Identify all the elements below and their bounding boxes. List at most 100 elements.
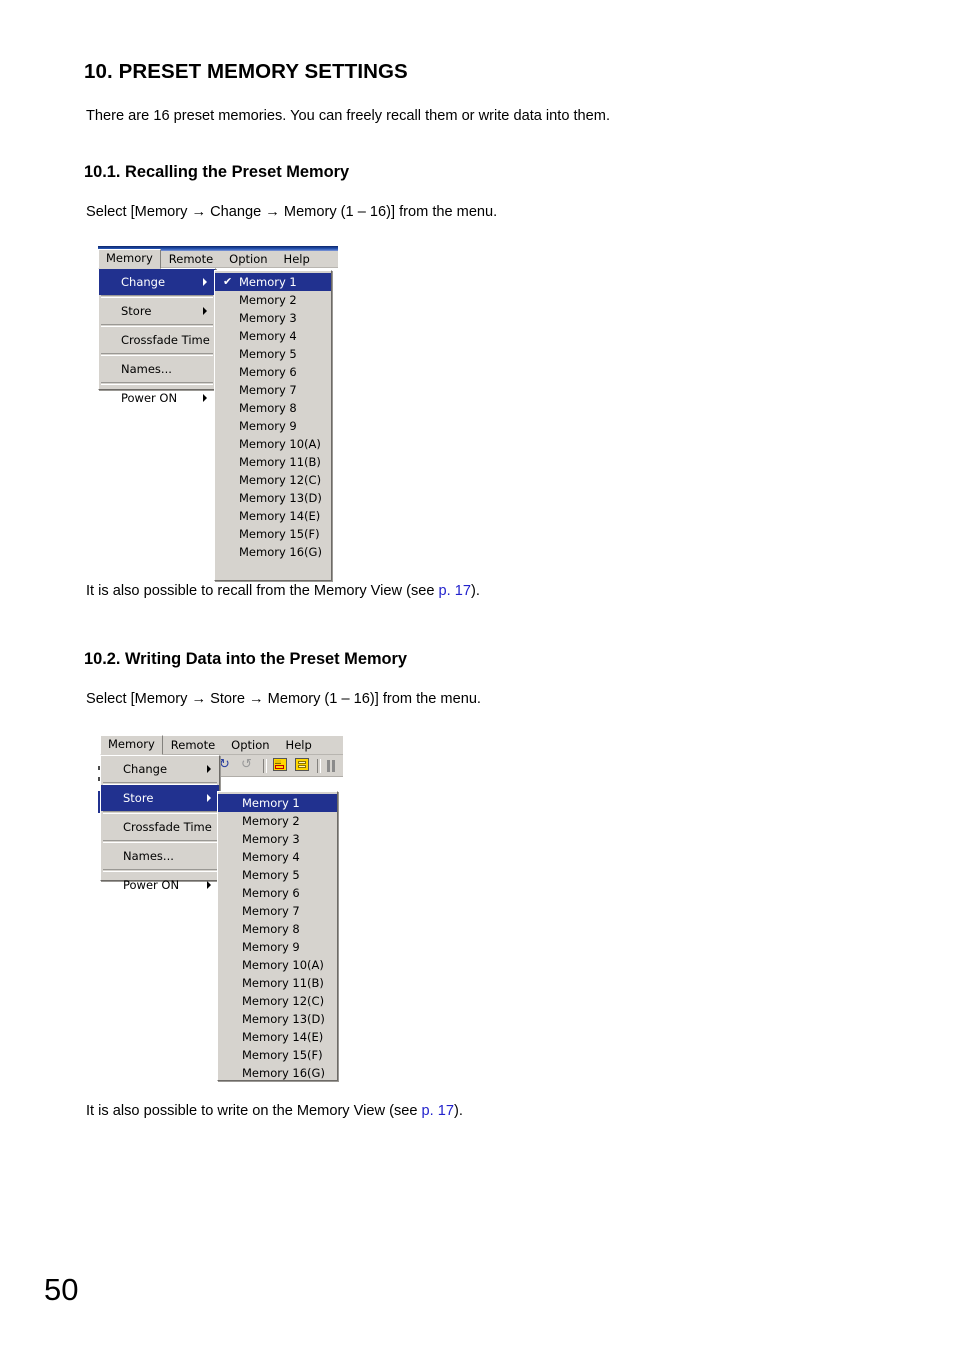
submenu-item-label: Memory 1 [239, 275, 297, 289]
submenu-item-label: Memory 14(E) [242, 1030, 324, 1044]
submenu-item-memory-11[interactable]: Memory 11(B) [215, 453, 331, 471]
menu-item-change-label: Change [121, 275, 166, 289]
menu-item-crossfade-time[interactable]: Crossfade Time [99, 327, 215, 353]
menu-item-crossfade-time[interactable]: Crossfade Time [101, 814, 219, 840]
submenu-item-label: Memory 14(E) [239, 509, 321, 523]
memory-submenu-store: Memory 1 Memory 2 Memory 3 Memory 4 Memo… [217, 791, 338, 1081]
note-text-pre: It is also possible to write on the Memo… [86, 1103, 422, 1119]
submenu-item-memory-13[interactable]: Memory 13(D) [218, 1010, 337, 1028]
menu-item-names[interactable]: Names... [101, 843, 219, 869]
submenu-item-label: Memory 10(A) [242, 958, 324, 972]
submenu-item-label: Memory 16(G) [239, 545, 322, 559]
submenu-item-label: Memory 13(D) [239, 491, 322, 505]
submenu-item-memory-7[interactable]: Memory 7 [215, 381, 331, 399]
memory-recall-icon[interactable] [295, 758, 311, 773]
menu-item-power-on[interactable]: Power ON [99, 385, 215, 411]
menu-item-store[interactable]: Store [101, 785, 219, 811]
submenu-item-memory-5[interactable]: Memory 5 [218, 866, 337, 884]
chevron-right-icon [207, 765, 211, 773]
menubar-item-memory[interactable]: Memory [98, 249, 161, 269]
redo-arrow-icon[interactable]: ↺ [241, 758, 257, 773]
memory-submenu-change: ✔ Memory 1 Memory 2 Memory 3 Memory 4 Me… [214, 270, 332, 581]
submenu-item-memory-14[interactable]: Memory 14(E) [218, 1028, 337, 1046]
submenu-item-label: Memory 12(C) [239, 473, 322, 487]
submenu-item-memory-4[interactable]: Memory 4 [215, 327, 331, 345]
submenu-item-memory-15[interactable]: Memory 15(F) [215, 525, 331, 543]
menubar-item-option[interactable]: Option [221, 250, 275, 269]
submenu-item-memory-16[interactable]: Memory 16(G) [215, 543, 331, 561]
memory-store-icon[interactable] [273, 758, 289, 773]
submenu-item-memory-7[interactable]: Memory 7 [218, 902, 337, 920]
submenu-item-label: Memory 12(C) [242, 994, 325, 1008]
menubar-item-option[interactable]: Option [223, 736, 277, 755]
menu-item-names[interactable]: Names... [99, 356, 215, 382]
arrow-icon: → [191, 691, 207, 707]
page-link-17[interactable]: p. 17 [439, 583, 471, 599]
submenu-item-memory-12[interactable]: Memory 12(C) [218, 992, 337, 1010]
section-heading-recall: 10.1. Recalling the Preset Memory [84, 163, 350, 181]
submenu-item-label: Memory 13(D) [242, 1012, 325, 1026]
submenu-item-label: Memory 9 [242, 940, 300, 954]
submenu-item-memory-5[interactable]: Memory 5 [215, 345, 331, 363]
submenu-item-memory-15[interactable]: Memory 15(F) [218, 1046, 337, 1064]
submenu-item-memory-13[interactable]: Memory 13(D) [215, 489, 331, 507]
page-link-17[interactable]: p. 17 [422, 1103, 454, 1119]
submenu-item-memory-4[interactable]: Memory 4 [218, 848, 337, 866]
submenu-item-label: Memory 11(B) [239, 455, 321, 469]
menubar-item-remote[interactable]: Remote [161, 250, 221, 269]
memory-dropdown-menu: Change Store Crossfade Time Names... Pow… [100, 755, 220, 892]
menu-item-store-label: Store [123, 791, 154, 805]
submenu-item-memory-2[interactable]: Memory 2 [215, 291, 331, 309]
menubar-item-memory[interactable]: Memory [100, 735, 163, 755]
submenu-item-memory-8[interactable]: Memory 8 [215, 399, 331, 417]
menu-item-crossfade-time-label: Crossfade Time [123, 820, 212, 834]
undo-arrow-icon[interactable]: ↻ [219, 758, 235, 773]
submenu-item-memory-3[interactable]: Memory 3 [218, 830, 337, 848]
submenu-item-label: Memory 10(A) [239, 437, 321, 451]
submenu-item-memory-10[interactable]: Memory 10(A) [215, 435, 331, 453]
menu-item-power-on-label: Power ON [121, 391, 178, 405]
submenu-item-memory-1[interactable]: ✔ Memory 1 [215, 273, 331, 291]
menubar-item-help[interactable]: Help [276, 250, 318, 269]
submenu-item-memory-6[interactable]: Memory 6 [215, 363, 331, 381]
lead-text-pre: Select [Memory [86, 204, 192, 220]
menu-item-power-on[interactable]: Power ON [101, 872, 219, 898]
submenu-item-memory-6[interactable]: Memory 6 [218, 884, 337, 902]
submenu-item-memory-8[interactable]: Memory 8 [218, 920, 337, 938]
note-write: It is also possible to write on the Memo… [86, 1103, 463, 1119]
menu-item-names-label: Names... [123, 849, 174, 863]
submenu-item-label: Memory 15(F) [239, 527, 320, 541]
submenu-item-memory-14[interactable]: Memory 14(E) [215, 507, 331, 525]
menu-item-change[interactable]: Change [99, 269, 215, 295]
submenu-item-label: Memory 7 [242, 904, 300, 918]
submenu-item-memory-12[interactable]: Memory 12(C) [215, 471, 331, 489]
submenu-item-label: Memory 7 [239, 383, 297, 397]
submenu-item-memory-1[interactable]: Memory 1 [218, 794, 337, 812]
submenu-item-memory-9[interactable]: Memory 9 [218, 938, 337, 956]
toolbar-separator [317, 758, 321, 773]
menu-item-store[interactable]: Store [99, 298, 215, 324]
toolbar: ↻ ↺ [216, 755, 343, 777]
submenu-item-memory-11[interactable]: Memory 11(B) [218, 974, 337, 992]
menubar-item-remote[interactable]: Remote [163, 736, 223, 755]
page-number: 50 [44, 1272, 79, 1307]
lead-text-mid: Change [206, 204, 266, 220]
submenu-item-memory-3[interactable]: Memory 3 [215, 309, 331, 327]
submenu-item-label: Memory 4 [242, 850, 300, 864]
menu-item-names-label: Names... [121, 362, 172, 376]
submenu-item-memory-2[interactable]: Memory 2 [218, 812, 337, 830]
section-heading-write: 10.2. Writing Data into the Preset Memor… [84, 650, 408, 668]
submenu-item-memory-9[interactable]: Memory 9 [215, 417, 331, 435]
pause-icon[interactable] [327, 759, 337, 772]
submenu-item-label: Memory 8 [239, 401, 297, 415]
menubar-item-help[interactable]: Help [278, 736, 320, 755]
menu-bar: Memory Remote Option Help [100, 735, 343, 755]
submenu-item-label: Memory 16(G) [242, 1066, 325, 1080]
submenu-item-memory-16[interactable]: Memory 16(G) [218, 1064, 337, 1082]
submenu-item-memory-10[interactable]: Memory 10(A) [218, 956, 337, 974]
submenu-item-label: Memory 2 [239, 293, 297, 307]
intro-paragraph: There are 16 preset memories. You can fr… [86, 108, 611, 124]
submenu-item-label: Memory 11(B) [242, 976, 324, 990]
menu-item-change[interactable]: Change [101, 756, 219, 782]
lead-text-post: Memory (1 – 16)] from the menu. [263, 691, 481, 707]
